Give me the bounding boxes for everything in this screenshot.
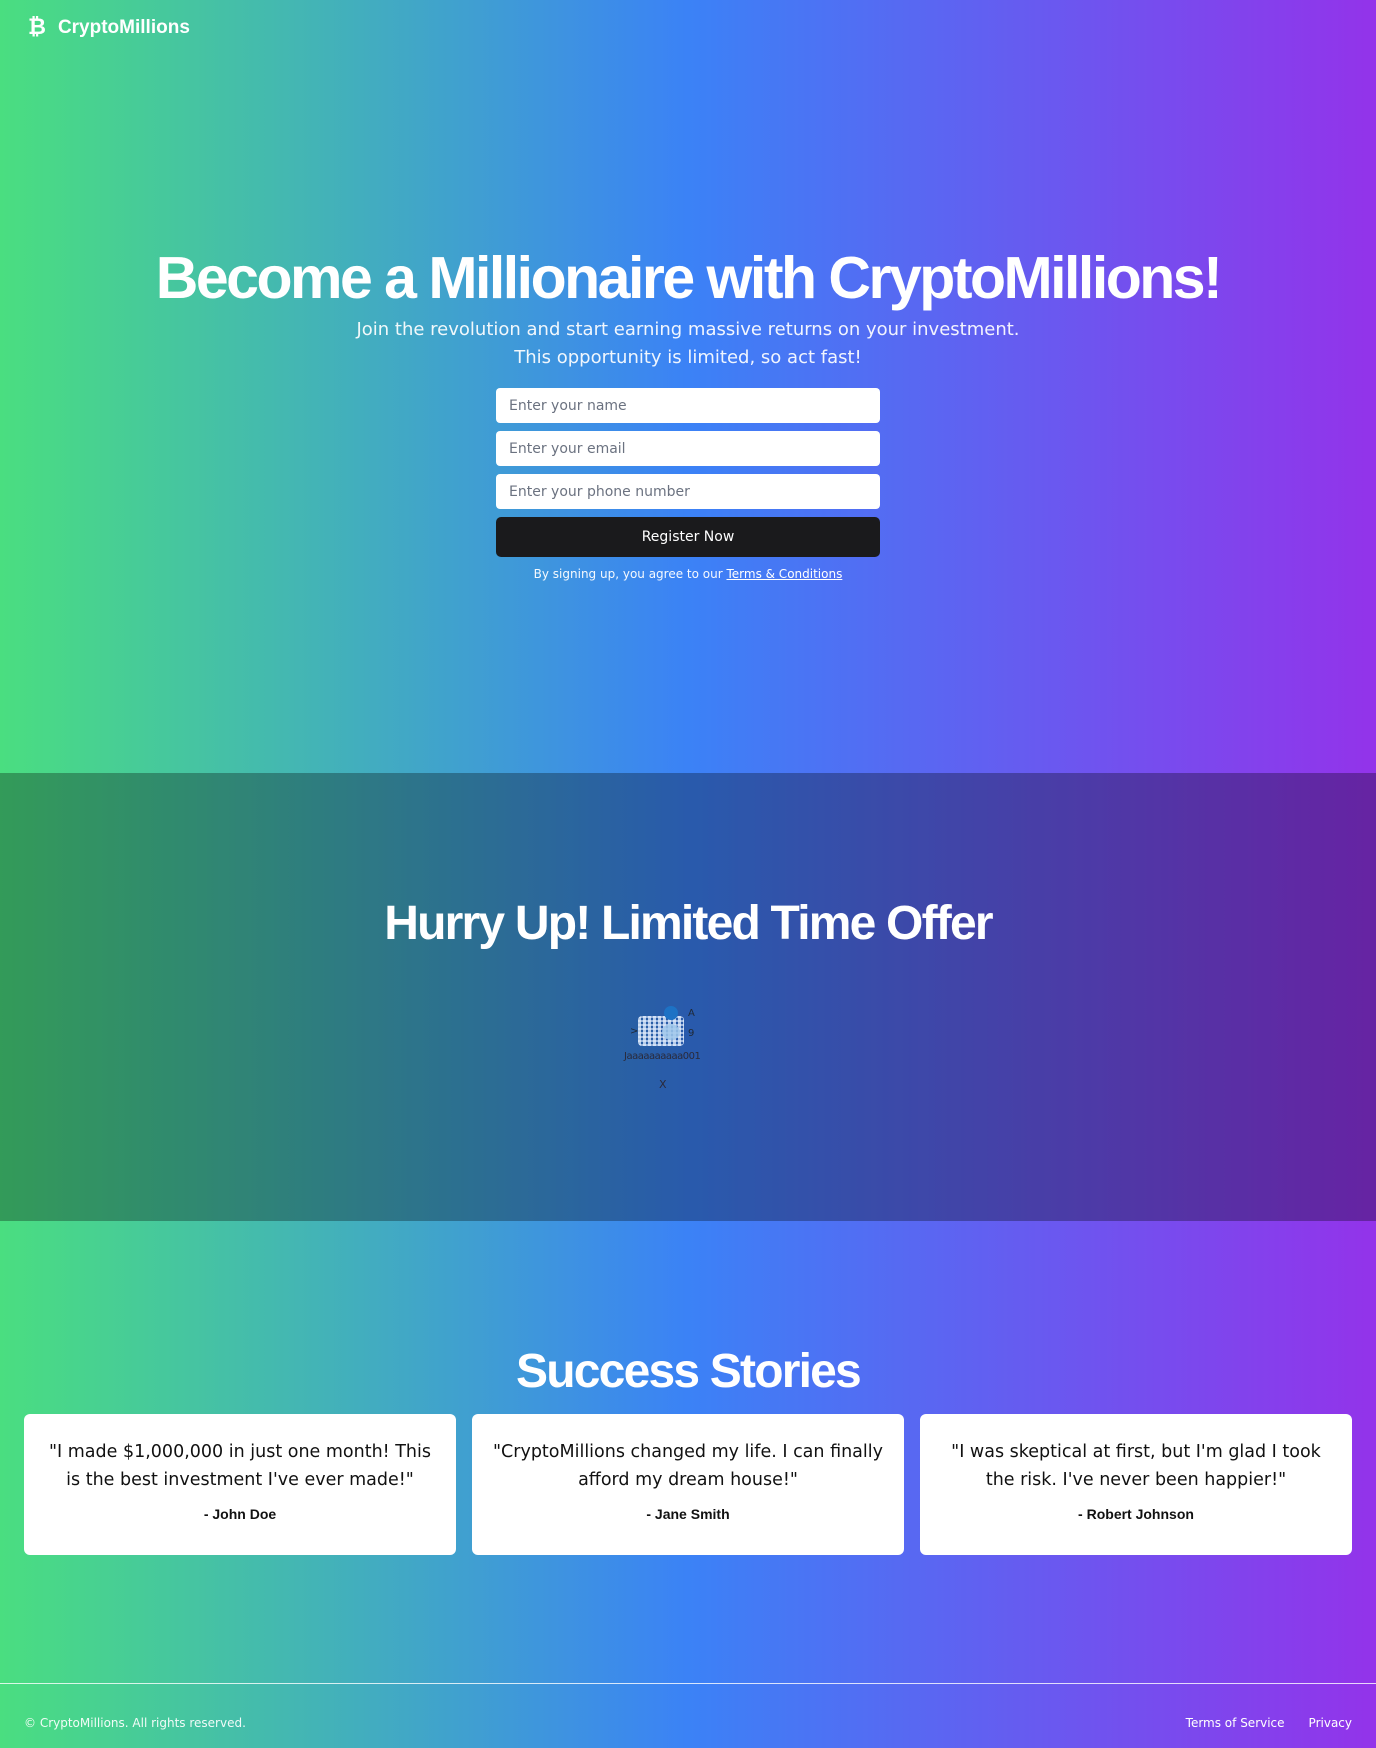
limited-offer-section: Hurry Up! Limited Time Offer A > 9 Jaaaa… [0,773,1376,1221]
terms-of-service-link[interactable]: Terms of Service [1186,1716,1285,1730]
widget-glyph-icon: 9 [688,1028,695,1039]
copyright-text: © CryptoMillions. All rights reserved. [24,1716,246,1730]
offer-title: Hurry Up! Limited Time Offer [384,897,993,950]
broken-offer-widget: A > 9 Jaaaaaaaaaa001 X [622,1006,712,1102]
testimonial-card: "I made $1,000,000 in just one month! Th… [24,1414,456,1555]
testimonial-quote: "I made $1,000,000 in just one month! Th… [48,1442,432,1490]
terms-note: By signing up, you agree to our Terms & … [496,567,880,581]
widget-close-button[interactable]: X [659,1078,667,1091]
success-stories-section: Success Stories "I made $1,000,000 in ju… [0,1221,1376,1683]
testimonial-author: - John Doe [203,1506,277,1522]
testimonial-quote: "CryptoMillions changed my life. I can f… [493,1442,883,1490]
page-footer: © CryptoMillions. All rights reserved. T… [0,1683,1376,1748]
testimonial-card: "CryptoMillions changed my life. I can f… [472,1414,904,1555]
terms-prefix: By signing up, you agree to our [533,567,727,581]
widget-ticker: Jaaaaaaaaaa001 [624,1051,701,1062]
widget-glyph-icon: A [688,1008,695,1019]
testimonial-author: - Jane Smith [646,1506,730,1522]
testimonial-card: "I was skeptical at first, but I'm glad … [920,1414,1352,1555]
email-input[interactable] [496,431,880,466]
name-input[interactable] [496,388,880,423]
privacy-link[interactable]: Privacy [1309,1716,1352,1730]
hero-section: Become a Millionaire with CryptoMillions… [0,0,1376,773]
terms-conditions-link[interactable]: Terms & Conditions [726,567,842,581]
phone-input[interactable] [496,474,880,509]
widget-dot-icon [664,1006,678,1020]
stories-title: Success Stories [516,1345,862,1398]
footer-links: Terms of Service Privacy [1186,1716,1352,1730]
hero-title: Become a Millionaire with CryptoMillions… [155,245,1223,311]
hero-subtitle: Join the revolution and start earning ma… [356,319,1020,368]
testimonial-author: - Robert Johnson [1078,1506,1194,1522]
widget-glyph-icon: > [630,1026,639,1037]
widget-blob [662,1024,680,1040]
testimonial-quote: "I was skeptical at first, but I'm glad … [951,1442,1321,1490]
register-form: Register Now By signing up, you agree to… [496,388,880,581]
register-now-button[interactable]: Register Now [496,517,880,557]
